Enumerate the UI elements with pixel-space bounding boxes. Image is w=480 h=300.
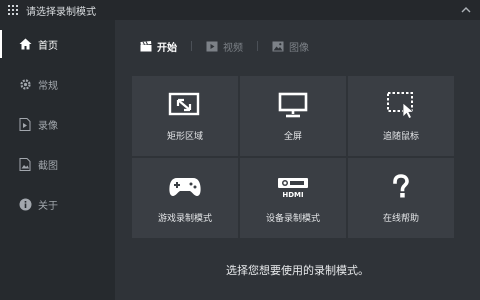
- info-icon: [18, 197, 32, 211]
- gamepad-icon: [167, 173, 203, 201]
- tab-video[interactable]: 视频: [206, 39, 243, 54]
- sidebar-item-label: 首页: [38, 40, 58, 52]
- hdmi-label: HDMI: [282, 191, 303, 199]
- mode-grid: 矩形区域 全屏 追随鼠标 游戏录制模式 HDMI 设备录制模式 在线帮助: [132, 76, 456, 238]
- monitor-icon: [275, 91, 311, 119]
- window-title: 请选择录制模式: [26, 6, 96, 18]
- tab-label: 视频: [223, 42, 243, 54]
- sidebar-item-label: 常规: [38, 80, 58, 92]
- mode-game-recording[interactable]: 游戏录制模式: [132, 158, 238, 238]
- sidebar-item-recording[interactable]: 录像: [0, 104, 115, 144]
- mode-label: 在线帮助: [382, 213, 419, 224]
- mode-follow-mouse[interactable]: 追随鼠标: [348, 76, 454, 156]
- tab-bar: 开始 视频 图像: [140, 38, 309, 54]
- mode-label: 游戏录制模式: [157, 213, 212, 224]
- tab-start[interactable]: 开始: [140, 39, 177, 54]
- sidebar-item-label: 关于: [38, 200, 58, 212]
- main-panel: 开始 视频 图像 矩形区域 全屏 追随鼠标 游戏录制模式 HDMI 设备录制模式…: [115, 20, 480, 300]
- mode-label: 全屏: [283, 131, 302, 142]
- sidebar-item-label: 录像: [38, 120, 58, 132]
- gear-icon: [18, 77, 32, 91]
- tab-divider: [257, 41, 258, 51]
- mode-rectangle-region[interactable]: 矩形区域: [132, 76, 238, 156]
- mode-label: 矩形区域: [166, 131, 203, 142]
- sidebar-item-screenshot[interactable]: 截图: [0, 144, 115, 184]
- sidebar-item-about[interactable]: 关于: [0, 184, 115, 224]
- title-bar: 请选择录制模式: [0, 0, 480, 20]
- app-grid-icon: [8, 5, 18, 15]
- tab-image[interactable]: 图像: [272, 39, 309, 54]
- instruction-text: 选择您想要使用的录制模式。: [226, 264, 369, 277]
- tab-divider: [191, 41, 192, 51]
- mode-online-help[interactable]: 在线帮助: [348, 158, 454, 238]
- mode-label: 追随鼠标: [382, 131, 419, 142]
- sidebar-item-home[interactable]: 首页: [0, 24, 115, 64]
- video-icon: [206, 40, 218, 52]
- tab-label: 开始: [157, 42, 177, 54]
- home-icon: [18, 37, 32, 51]
- help-icon: [383, 173, 419, 201]
- collapse-button[interactable]: [460, 4, 472, 16]
- image-icon: [272, 40, 284, 52]
- clapperboard-icon: [140, 40, 152, 52]
- sidebar-item-general[interactable]: 常规: [0, 64, 115, 104]
- mode-fullscreen[interactable]: 全屏: [240, 76, 346, 156]
- rectangle-region-icon: [167, 91, 203, 119]
- video-file-icon: [18, 117, 32, 131]
- mode-label: 设备录制模式: [265, 213, 320, 224]
- sidebar: 首页 常规 录像 截图 关于: [0, 20, 115, 300]
- chevron-up-icon: [461, 7, 471, 13]
- hdmi-device-icon: HDMI: [275, 173, 311, 201]
- image-file-icon: [18, 157, 32, 171]
- mode-device-recording[interactable]: HDMI 设备录制模式: [240, 158, 346, 238]
- follow-mouse-icon: [383, 91, 419, 119]
- sidebar-item-label: 截图: [38, 160, 58, 172]
- tab-label: 图像: [289, 42, 309, 54]
